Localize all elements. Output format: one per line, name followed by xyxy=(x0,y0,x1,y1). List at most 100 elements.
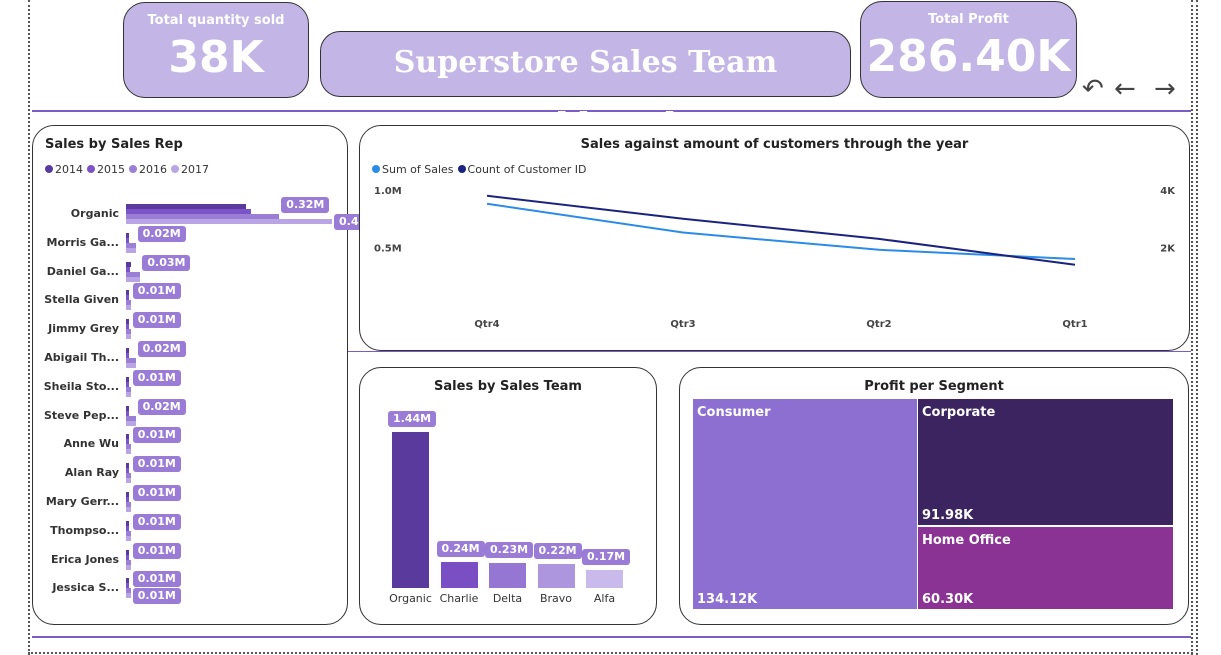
rep-bar-2017[interactable] xyxy=(126,391,131,397)
dashboard-title: Superstore Sales Team Dashboard xyxy=(320,31,851,142)
rep-bar-2017[interactable] xyxy=(126,478,131,484)
rep-data-label: 0.01M xyxy=(132,513,181,530)
legend-label: 2014 xyxy=(55,163,83,176)
legend-dot xyxy=(45,165,53,173)
segment-value: 91.98K xyxy=(922,508,974,523)
right-tick-label: 4K xyxy=(1160,186,1176,197)
team-bar[interactable] xyxy=(489,563,526,588)
right-divider xyxy=(348,351,1191,352)
legend-label: 2015 xyxy=(97,163,125,176)
rep-bar-2017[interactable] xyxy=(126,334,131,340)
rep-data-label: 0.32M xyxy=(281,197,330,213)
team-data-label: 0.23M xyxy=(485,542,534,559)
rep-label: Jimmy Grey xyxy=(48,322,119,336)
rep-bar-2017[interactable] xyxy=(126,593,131,599)
rep-label: Organic xyxy=(70,207,119,220)
profit-segment-title: Profit per Segment xyxy=(864,379,1004,394)
sum-of-sales-line xyxy=(486,202,1076,260)
kpi-quantity-label: Total quantity sold xyxy=(147,13,285,28)
rep-bar-2017[interactable] xyxy=(126,305,131,311)
kpi-profit-value: 286.40K xyxy=(866,31,1071,82)
rep-data-label: 0.01M xyxy=(132,369,181,386)
rep-label: Daniel Ga... xyxy=(46,264,119,278)
rep-bar-2017[interactable] xyxy=(126,535,131,541)
rep-data-label: 0.01M xyxy=(132,312,181,329)
rep-bar-2017[interactable] xyxy=(126,449,131,455)
forward-button[interactable]: → xyxy=(1154,74,1176,104)
team-bar[interactable] xyxy=(392,432,429,588)
rep-data-label: 0.01M xyxy=(132,588,181,605)
sales-by-rep-plot: Organic0.32M0.43MMorris Ga...0.02MDaniel… xyxy=(33,197,383,620)
team-data-label: 0.24M xyxy=(436,541,485,557)
footer-divider xyxy=(32,636,1191,638)
segment-corporate[interactable]: Corporate 91.98K xyxy=(918,399,1173,525)
segment-consumer[interactable]: Consumer 134.12K xyxy=(693,399,917,609)
legend-item-2017[interactable]: 2017 xyxy=(171,163,209,176)
sales-by-team-plot: 1.44M Organic 0.24M Charlie 0.23M Delta 0.22M B… xyxy=(360,368,656,624)
reset-button[interactable]: ↶ xyxy=(1082,74,1104,104)
rep-data-label: 0.01M xyxy=(132,456,181,473)
segment-value: 134.12K xyxy=(697,592,758,607)
team-data-label: 0.22M xyxy=(533,543,582,560)
x-tick-label: Qtr3 xyxy=(670,319,695,330)
team-bar[interactable] xyxy=(440,562,478,588)
left-tick-label: 0.5M xyxy=(374,244,402,255)
rep-label: Stella Given xyxy=(44,293,119,307)
rep-label: Morris Ga... xyxy=(46,235,120,249)
segment-name: Consumer xyxy=(697,405,771,420)
legend-item-2015[interactable]: 2015 xyxy=(87,163,125,176)
rep-label: Abigail Th... xyxy=(44,351,119,364)
rep-label: Thompso... xyxy=(50,523,119,537)
frame-right-border xyxy=(1191,0,1193,655)
legend-dot xyxy=(87,165,95,173)
team-bar[interactable] xyxy=(586,569,623,588)
sales-customers-card: Sales against amount of customers throug… xyxy=(359,125,1190,351)
profit-segment-card: Profit per Segment Consumer 134.12K Corp… xyxy=(679,367,1189,625)
kpi-profit-label: Total Profit xyxy=(928,12,1009,27)
rep-bar-2017[interactable] xyxy=(126,420,136,426)
rep-bar-2017[interactable] xyxy=(126,363,136,368)
team-category-label: Alfa xyxy=(593,592,616,605)
left-tick-label: 1.0M xyxy=(374,186,402,197)
segment-value: 60.30K xyxy=(922,592,974,607)
rep-data-label: 0.03M xyxy=(142,254,191,271)
arrow-left-icon: ← xyxy=(1114,74,1136,104)
legend-dot xyxy=(129,165,137,173)
segment-name: Corporate xyxy=(922,405,996,420)
rep-bar-2017[interactable] xyxy=(126,276,141,282)
rep-data-label: 0.01M xyxy=(132,542,181,559)
kpi-quantity-value: 38K xyxy=(168,32,264,83)
rep-bar-2017[interactable] xyxy=(126,219,332,224)
rep-data-label: 0.01M xyxy=(132,283,181,300)
undo-icon: ↶ xyxy=(1082,74,1104,104)
right-tick-label: 2K xyxy=(1160,244,1176,255)
frame-bottom-border xyxy=(28,652,1193,654)
legend-label: 2016 xyxy=(139,163,167,176)
rep-data-label: 0.02M xyxy=(137,398,186,415)
rep-label: Jessica S... xyxy=(52,581,119,595)
rep-bar-2017[interactable] xyxy=(126,564,131,570)
arrow-right-icon: → xyxy=(1154,74,1176,104)
legend-item-2014[interactable]: 2014 xyxy=(45,163,83,176)
sales-customers-plot: 1.0M 0.5M 4K 2K Qtr4 Qtr3 Qtr2 Qtr1 xyxy=(374,186,1176,330)
sales-by-rep-card: Sales by Sales Rep 2014 2015 2016 2017 O… xyxy=(32,125,383,625)
rep-data-label: 0.01M xyxy=(132,427,181,444)
rep-data-label: 0.01M xyxy=(132,571,181,588)
team-data-label: 1.44M xyxy=(388,411,437,427)
rep-data-label: 0.02M xyxy=(137,341,186,357)
rep-label: Erica Jones xyxy=(51,552,119,566)
kpi-total-quantity: Total quantity sold 38K xyxy=(123,2,309,98)
sales-by-rep-legend: 2014 2015 2016 2017 xyxy=(45,163,209,176)
x-tick-label: Qtr4 xyxy=(474,319,499,330)
rep-bar-2017[interactable] xyxy=(126,247,136,253)
sales-by-rep-title: Sales by Sales Rep xyxy=(45,137,183,152)
rep-data-label: 0.01M xyxy=(132,485,181,501)
team-bar[interactable] xyxy=(537,564,575,588)
sales-by-team-card: Sales by Sales Team 1.44M Organic 0.24M Cha… xyxy=(359,367,657,625)
rep-bar-2017[interactable] xyxy=(126,507,131,512)
rep-label: Steve Pep... xyxy=(43,408,119,422)
back-button[interactable]: ← xyxy=(1114,74,1136,104)
rep-label: Alan Ray xyxy=(64,466,119,480)
legend-item-2016[interactable]: 2016 xyxy=(129,163,167,176)
segment-home-office[interactable]: Home Office 60.30K xyxy=(918,527,1173,609)
